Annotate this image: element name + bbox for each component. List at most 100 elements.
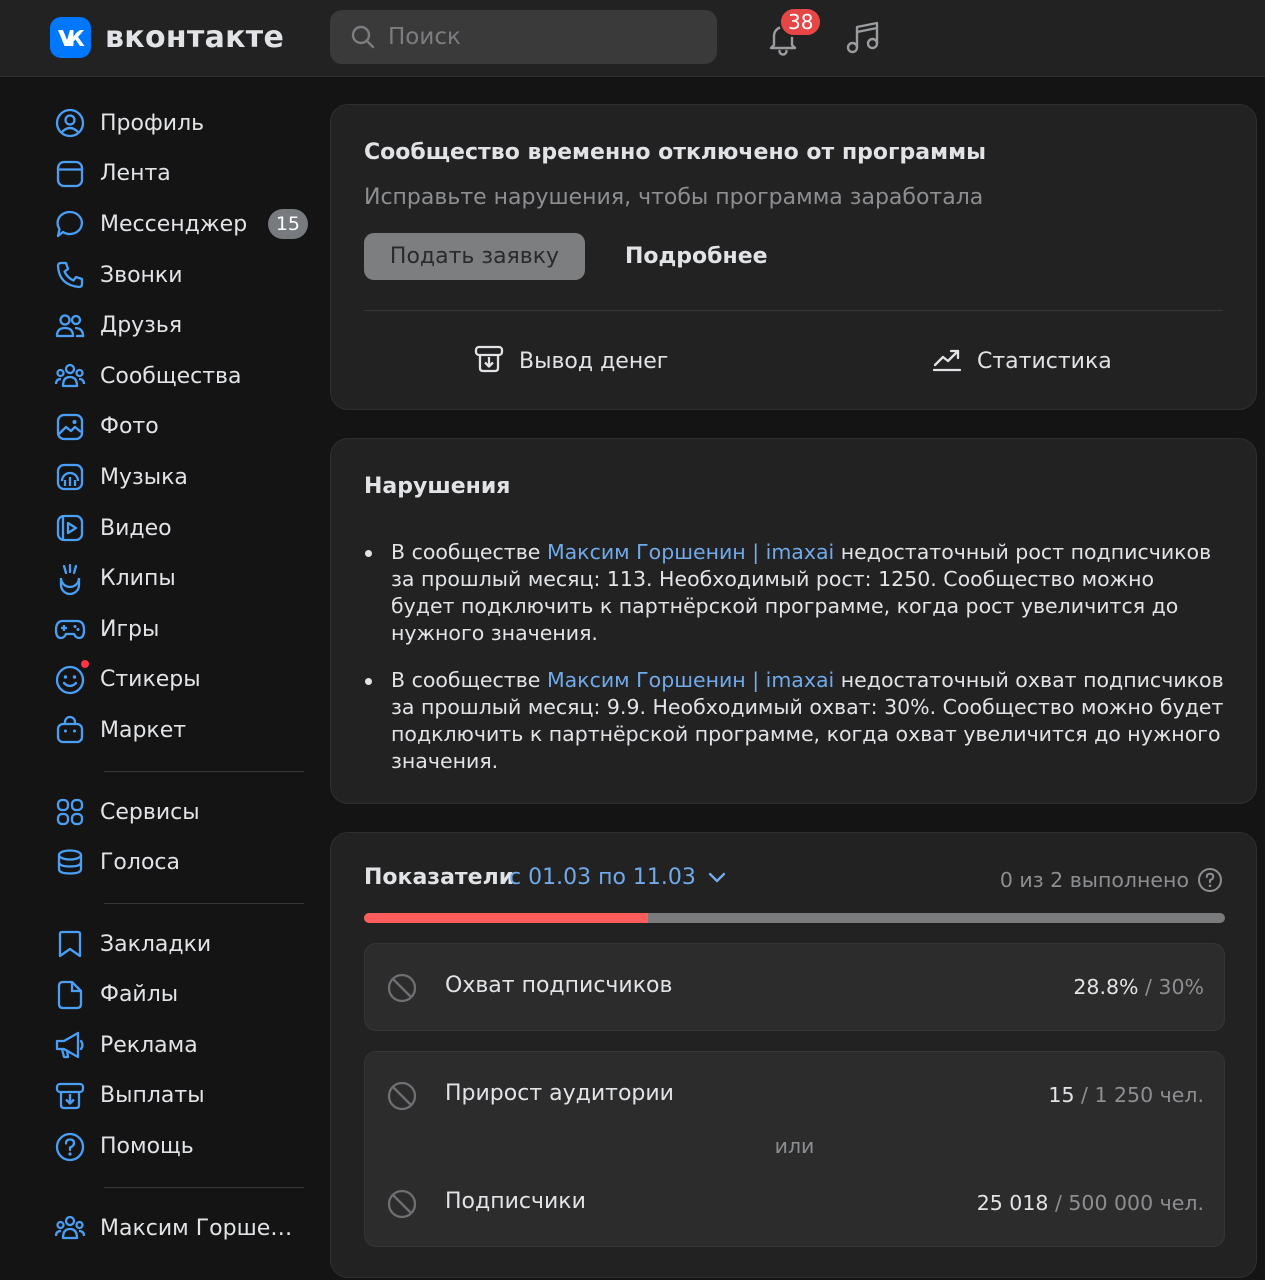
clips-icon [50, 559, 90, 599]
sidebar-item-label: Фото [100, 414, 159, 440]
payout-icon [50, 1076, 90, 1116]
card-subtitle: Исправьте нарушения, чтобы программа зар… [364, 185, 984, 210]
or-separator: или [774, 1134, 815, 1158]
video-icon [50, 508, 90, 548]
period-selector[interactable]: с 01.03 по 11.03 [509, 865, 726, 890]
violation-prefix: В сообществе [391, 540, 547, 564]
sidebar-item-feed[interactable]: Лента [50, 149, 310, 200]
more-details-button[interactable]: Подробнее [609, 233, 784, 280]
submit-application-button[interactable]: Подать заявку [364, 233, 585, 280]
community-link[interactable]: Максим Горшенин | imaxai [547, 540, 834, 564]
friends-icon [50, 306, 90, 346]
help-icon [50, 1127, 90, 1167]
megaphone-icon [50, 1025, 90, 1065]
file-icon [50, 975, 90, 1015]
sidebar-item-label: Музыка [100, 464, 188, 490]
metrics-card: Показатели с 01.03 по 11.03 0 из 2 выпол… [330, 832, 1257, 1278]
metric-row: Подписчики 25 018 / 500 000 чел. [365, 1175, 1224, 1231]
sidebar-item-label: Звонки [100, 262, 183, 288]
coins-icon [50, 843, 90, 883]
sidebar-item-files[interactable]: Файлы [50, 970, 310, 1021]
new-indicator-dot [80, 658, 90, 669]
sidebar-item-messenger[interactable]: Мессенджер 15 [50, 199, 310, 250]
sidebar-item-friends[interactable]: Друзья [50, 300, 310, 351]
communities-icon [50, 356, 90, 396]
question-circle-icon[interactable] [1197, 867, 1223, 893]
logo-text: вконтакте [105, 20, 285, 55]
unread-count-badge: 15 [267, 209, 308, 240]
search-icon [350, 24, 376, 50]
community-link[interactable]: Максим Горшенин | imaxai [547, 668, 834, 692]
metric-row: Охват подписчиков 28.8% / 30% [365, 959, 1224, 1015]
withdraw-money-button[interactable]: Вывод денег [473, 337, 668, 385]
sidebar-item-label: Стикеры [100, 667, 201, 693]
violations-list: В сообществе Максим Горшенин | imaxai не… [364, 539, 1224, 795]
sidebar-item-label: Лента [100, 161, 171, 187]
metric-current: 25 018 [976, 1191, 1049, 1215]
sidebar-item-label: Игры [100, 616, 160, 642]
metric-target: / 500 000 чел. [1048, 1191, 1204, 1215]
metric-current: 15 [1048, 1083, 1075, 1107]
metrics-header: Показатели с 01.03 по 11.03 0 из 2 выпол… [364, 865, 1223, 899]
sidebar-item-label: Выплаты [100, 1083, 205, 1109]
left-sidebar: Профиль Лента Мессенджер 15 Звонки Друзь… [50, 98, 310, 1253]
completion-text: 0 из 2 выполнено [999, 868, 1189, 892]
sidebar-item-calls[interactable]: Звонки [50, 250, 310, 301]
sidebar-item-profile[interactable]: Профиль [50, 98, 310, 149]
search-box[interactable] [330, 10, 717, 64]
card-title: Показатели [364, 865, 515, 890]
sidebar-item-market[interactable]: Маркет [50, 705, 310, 756]
sidebar-item-services[interactable]: Сервисы [50, 787, 310, 838]
violation-prefix: В сообществе [391, 668, 547, 692]
metric-value: 25 018 / 500 000 чел. [977, 1191, 1204, 1215]
sidebar-item-help[interactable]: Помощь [50, 1121, 310, 1172]
sidebar-item-label: Видео [100, 515, 172, 541]
card-title: Нарушения [364, 474, 511, 499]
music-player-icon[interactable] [843, 18, 883, 58]
sidebar-item-label: Мессенджер [100, 211, 248, 237]
sidebar-item-bookmarks[interactable]: Закладки [50, 919, 310, 970]
search-input[interactable] [388, 24, 688, 50]
metric-value: 28.8% / 30% [1073, 975, 1204, 999]
period-label: с 01.03 по 11.03 [509, 865, 696, 890]
metric-target: / 1 250 чел. [1074, 1083, 1204, 1107]
message-icon [50, 204, 90, 244]
services-grid-icon [50, 792, 90, 832]
gamepad-icon [50, 609, 90, 649]
sidebar-item-label: Файлы [100, 982, 179, 1008]
card-divider [364, 310, 1223, 311]
top-header: вконтакте 38 [0, 0, 1265, 77]
sidebar-item-payouts[interactable]: Выплаты [50, 1071, 310, 1122]
metric-label: Охват подписчиков [445, 973, 673, 998]
sidebar-item-label: Реклама [100, 1032, 198, 1058]
sidebar-divider [104, 902, 304, 904]
sidebar-item-community-link[interactable]: Максим Горшени... [50, 1203, 310, 1254]
blocked-icon [386, 972, 418, 1004]
notifications-count-badge[interactable]: 38 [779, 7, 823, 37]
completion-status: 0 из 2 выполнено [1000, 867, 1223, 893]
newsfeed-icon [50, 154, 90, 194]
chevron-down-icon [708, 872, 726, 884]
sidebar-item-photos[interactable]: Фото [50, 402, 310, 453]
sidebar-item-communities[interactable]: Сообщества [50, 351, 310, 402]
sidebar-item-label: Помощь [100, 1134, 194, 1160]
music-icon [50, 457, 90, 497]
progress-fill [364, 913, 649, 923]
sidebar-item-video[interactable]: Видео [50, 503, 310, 554]
sidebar-item-ads[interactable]: Реклама [50, 1020, 310, 1071]
metric-value: 15 / 1 250 чел. [1048, 1083, 1204, 1107]
sidebar-item-votes[interactable]: Голоса [50, 837, 310, 888]
vk-logo[interactable]: вконтакте [50, 17, 284, 58]
sidebar-item-stickers[interactable]: Стикеры [50, 655, 310, 706]
violation-item: В сообществе Максим Горшенин | imaxai не… [364, 667, 1224, 775]
metric-label: Прирост аудитории [445, 1081, 674, 1106]
card-title: Сообщество временно отключено от програм… [364, 140, 986, 165]
violations-card: Нарушения В сообществе Максим Горшенин |… [330, 438, 1257, 804]
statistics-button[interactable]: Статистика [931, 337, 1112, 385]
sidebar-divider [104, 770, 304, 772]
trend-chart-icon [931, 343, 963, 379]
sidebar-item-clips[interactable]: Клипы [50, 553, 310, 604]
sidebar-item-music[interactable]: Музыка [50, 452, 310, 503]
sidebar-item-games[interactable]: Игры [50, 604, 310, 655]
blocked-icon [386, 1188, 418, 1220]
